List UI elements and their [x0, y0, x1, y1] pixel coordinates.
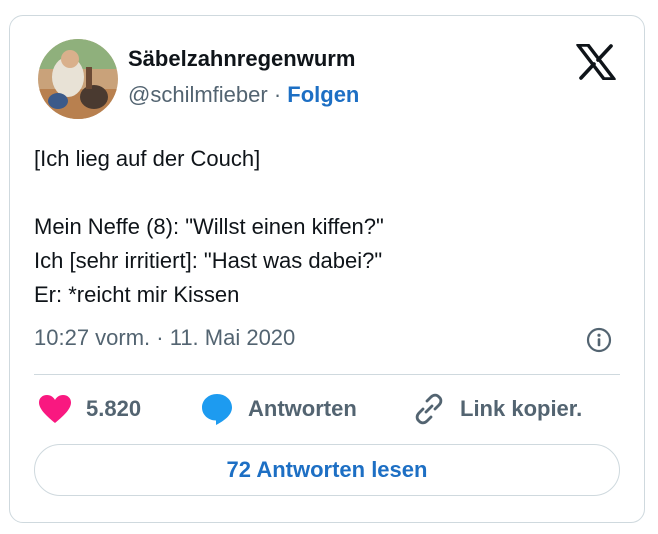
copy-link-label: Link kopier. [460, 396, 583, 421]
author-handle-row: @schilmfieber · Folgen [128, 82, 359, 108]
tweet-text: [Ich lieg auf der Couch] Mein Neffe (8):… [34, 142, 624, 312]
reply-bubble-icon [202, 394, 232, 425]
reply-label: Antworten [248, 396, 357, 421]
avatar[interactable] [38, 39, 118, 119]
x-logo-icon[interactable] [576, 43, 616, 81]
tweet-timestamp[interactable]: 10:27 vorm. · 11. Mai 2020 [34, 325, 295, 351]
tweet-line: Mein Neffe (8): "Willst einen kiffen?" [34, 214, 384, 239]
read-replies-button[interactable]: 72 Antworten lesen [34, 444, 620, 496]
tweet-line: [Ich lieg auf der Couch] [34, 146, 261, 171]
reply-button[interactable]: Antworten [200, 392, 357, 426]
tweet-embed-card: Säbelzahnregenwurm @schilmfieber · Folge… [9, 15, 645, 523]
link-icon [415, 393, 443, 425]
follow-link[interactable]: Folgen [287, 82, 359, 107]
info-icon[interactable] [586, 327, 612, 353]
like-count: 5.820 [86, 396, 142, 421]
tweet-line: Er: *reicht mir Kissen [34, 282, 240, 307]
author-handle[interactable]: @schilmfieber [128, 82, 268, 107]
profile-photo-icon [38, 39, 118, 119]
tweet-line [34, 176, 624, 210]
like-button[interactable]: 5.820 [38, 392, 141, 426]
heart-icon [39, 395, 71, 423]
author-display-name[interactable]: Säbelzahnregenwurm [128, 46, 355, 72]
divider [34, 374, 620, 375]
handle-separator: · [267, 82, 288, 107]
copy-link-button[interactable]: Link kopier. [412, 392, 582, 426]
tweet-line: Ich [sehr irritiert]: "Hast was dabei?" [34, 248, 383, 273]
